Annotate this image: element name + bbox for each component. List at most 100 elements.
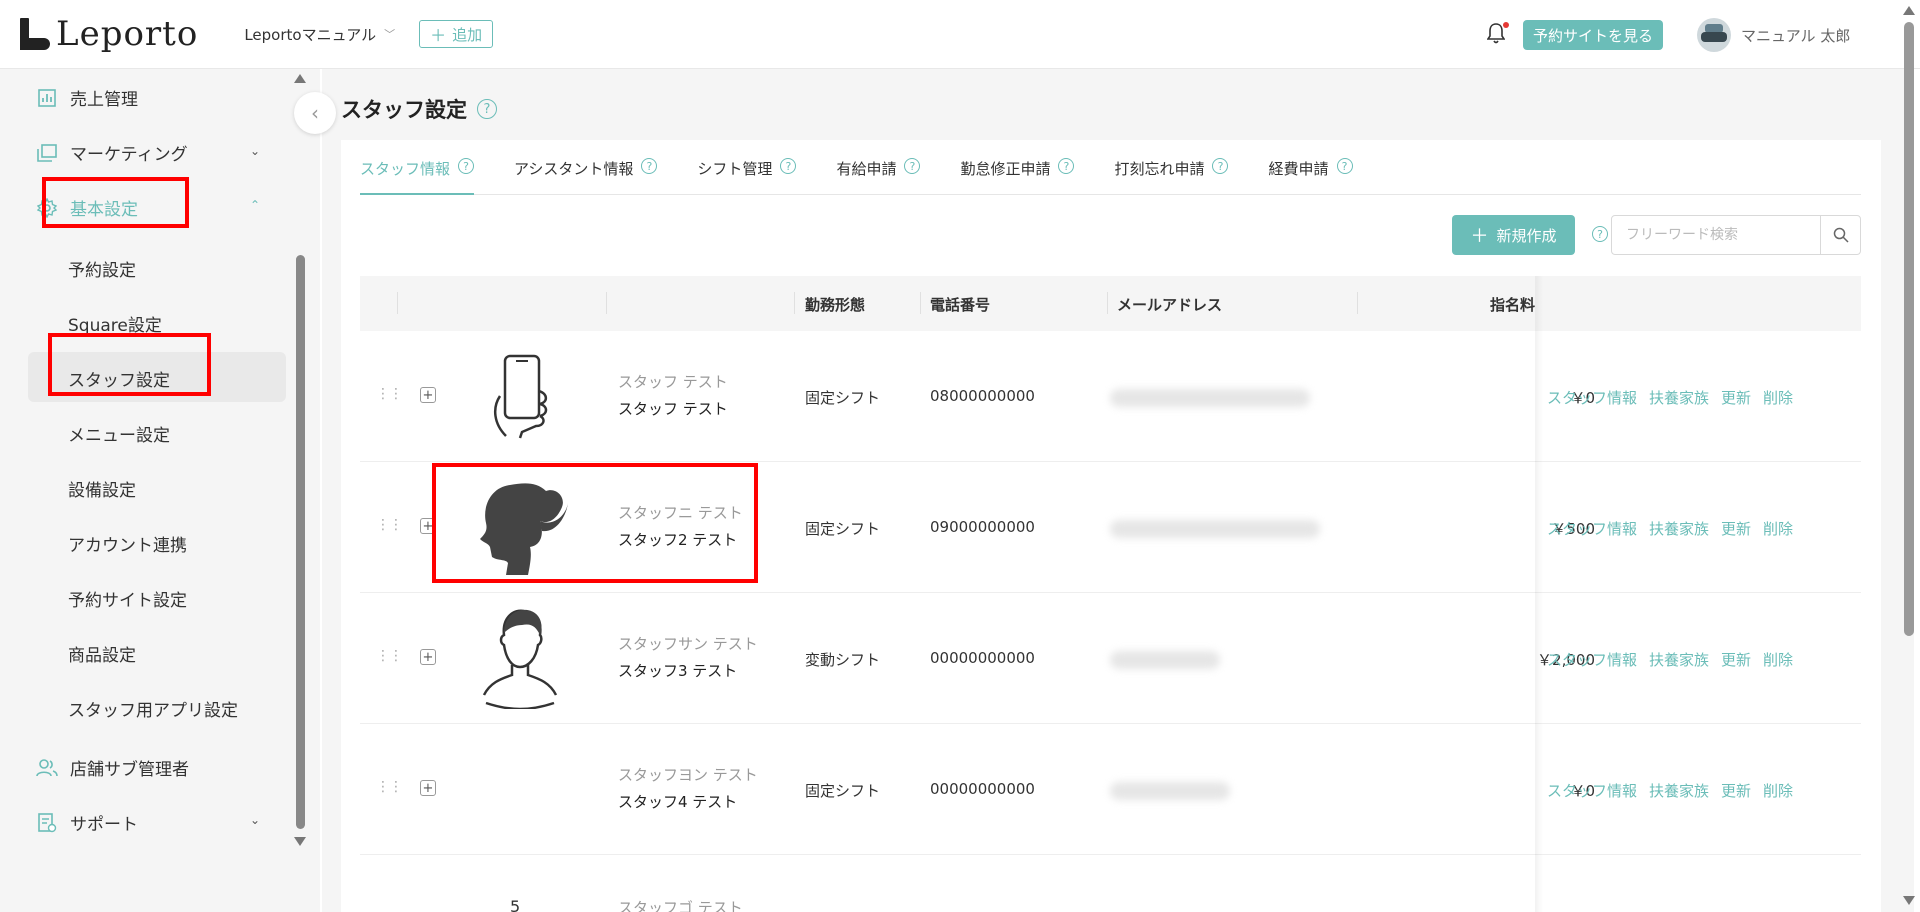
staff-kana: スタッフゴ テスト [618, 899, 743, 912]
add-button[interactable]: ＋ 追加 [419, 20, 494, 48]
delete-link[interactable]: 削除 [1763, 387, 1793, 408]
sidebar-item-sub-admin[interactable]: 店舗サブ管理者 [36, 755, 189, 780]
delete-link[interactable]: 削除 [1763, 780, 1793, 801]
sidebar-subitem-equipment[interactable]: 設備設定 [68, 476, 136, 501]
photo-partial: 5 [510, 897, 521, 912]
tab-paid-leave[interactable]: 有給申請? [836, 152, 921, 195]
drag-handle-icon[interactable]: ⋮⋮ [376, 517, 403, 533]
help-icon[interactable]: ? [904, 158, 921, 174]
sidebar-subitem-reservation-site[interactable]: 予約サイト設定 [68, 586, 187, 611]
tab-label: 有給申請 [836, 160, 897, 178]
phone-cell: 09000000000 [930, 518, 1035, 536]
collapse-sidebar-button[interactable]: ‹ [294, 92, 336, 134]
view-site-button[interactable]: 予約サイトを見る [1523, 20, 1664, 50]
update-link[interactable]: 更新 [1721, 518, 1751, 539]
help-icon[interactable]: ? [1336, 158, 1353, 174]
search-button[interactable] [1820, 216, 1860, 254]
tab-expenses[interactable]: 経費申請? [1268, 152, 1353, 195]
staff-info-link[interactable]: スタッフ情報 [1547, 649, 1637, 670]
dependents-link[interactable]: 扶養家族 [1649, 387, 1709, 408]
employment-cell: 固定シフト [805, 389, 881, 407]
window-scroll-up-arrow[interactable] [1903, 6, 1915, 15]
search-input[interactable] [1612, 216, 1820, 254]
drag-handle-icon[interactable]: ⋮⋮ [376, 648, 403, 664]
tab-label: 経費申請 [1268, 160, 1329, 178]
tab-shift[interactable]: シフト管理? [697, 152, 797, 195]
window-scroll-down-arrow[interactable] [1903, 896, 1915, 905]
tab-staff-info[interactable]: スタッフ情報? [360, 152, 475, 195]
window-scrollbar-thumb[interactable] [1904, 22, 1914, 636]
sidebar-subitem-account-link[interactable]: アカウント連携 [68, 531, 187, 556]
sidebar-item-sales[interactable]: 売上管理 [36, 85, 138, 110]
update-link[interactable]: 更新 [1721, 780, 1751, 801]
drag-handle-icon[interactable]: ⋮⋮ [376, 779, 403, 795]
chevron-down-icon[interactable]: ⌄ [250, 813, 260, 827]
employment-cell: 固定シフト [805, 782, 881, 800]
logo-mark-icon [20, 18, 50, 50]
table-row: ⋮⋮ + スタッフサン テスト スタッフ3 テスト 変動シフト 00000000… [360, 593, 1861, 724]
staff-kana: スタッフサン テスト [618, 635, 758, 653]
users-icon [36, 757, 58, 779]
sidebar-item-marketing[interactable]: マーケティング [36, 140, 188, 165]
tab-attendance-fix[interactable]: 勤怠修正申請? [960, 152, 1075, 195]
phone-cell: 08000000000 [930, 387, 1035, 405]
table-header: 勤務形態 電話番号 メールアドレス 指名料 [360, 276, 1861, 331]
help-icon[interactable]: ? [641, 158, 658, 174]
fixed-column-shadow [1535, 276, 1543, 912]
sidebar-scrollbar-thumb[interactable] [296, 255, 305, 829]
help-icon[interactable]: ? [1212, 158, 1229, 174]
chevron-up-icon[interactable]: ⌃ [250, 198, 260, 212]
staff-name: スタッフ3 テスト [618, 662, 738, 680]
sidebar-scroll-down-arrow[interactable] [294, 837, 306, 846]
tab-clock-missed[interactable]: 打刻忘れ申請? [1114, 152, 1229, 195]
expand-row-button[interactable]: + [420, 649, 436, 665]
dependents-link[interactable]: 扶養家族 [1649, 780, 1709, 801]
new-staff-button[interactable]: ＋ 新規作成 [1452, 215, 1575, 255]
staff-info-link[interactable]: スタッフ情報 [1547, 518, 1637, 539]
row-actions: スタッフ情報 扶養家族 更新 削除 [1547, 387, 1805, 408]
chevron-down-icon: ﹀ [384, 28, 396, 41]
user-menu[interactable]: マニュアル 太郎 [1697, 18, 1850, 52]
staff-kana: スタッフヨン テスト [618, 766, 758, 784]
sidebar-scroll-up-arrow[interactable] [294, 74, 306, 83]
sidebar-subitem-staff-app[interactable]: スタッフ用アプリ設定 [68, 696, 238, 721]
search-box [1611, 215, 1861, 255]
help-icon[interactable]: ? [780, 158, 797, 174]
sidebar-subitem-menu[interactable]: メニュー設定 [68, 421, 170, 446]
header-fee: 指名料 [1490, 296, 1536, 314]
new-button-label: 新規作成 [1496, 226, 1557, 245]
dependents-link[interactable]: 扶養家族 [1649, 518, 1709, 539]
sidebar-subitem-products[interactable]: 商品設定 [68, 641, 136, 666]
dependents-link[interactable]: 扶養家族 [1649, 649, 1709, 670]
delete-link[interactable]: 削除 [1763, 649, 1793, 670]
help-icon[interactable]: ? [1058, 158, 1075, 174]
drag-handle-icon[interactable]: ⋮⋮ [376, 386, 403, 402]
sidebar-subitem-reservation[interactable]: 予約設定 [68, 256, 136, 281]
staff-info-link[interactable]: スタッフ情報 [1547, 387, 1637, 408]
sales-chart-icon [36, 87, 58, 109]
tab-assistant-info[interactable]: アシスタント情報? [514, 152, 658, 195]
tab-label: 勤怠修正申請 [960, 160, 1051, 178]
bell-icon[interactable] [1486, 22, 1509, 46]
highlight-box-basic-settings [42, 177, 189, 228]
expand-row-button[interactable]: + [420, 780, 436, 796]
table-row: ⋮⋮ + スタッフヨン テスト スタッフ4 テスト 固定シフト 00000000… [360, 724, 1861, 855]
employment-cell: 固定シフト [805, 520, 881, 538]
chevron-down-icon[interactable]: ⌄ [250, 144, 260, 158]
help-icon[interactable]: ? [477, 99, 497, 119]
phone-cell: 00000000000 [930, 780, 1035, 798]
help-icon[interactable]: ? [1592, 226, 1608, 242]
expand-row-button[interactable]: + [420, 387, 436, 403]
chevron-left-icon: ‹ [311, 101, 319, 125]
sidebar-item-support[interactable]: サポート [36, 810, 138, 835]
email-blurred [1110, 520, 1320, 538]
tab-label: スタッフ情報 [360, 160, 451, 178]
staff-info-link[interactable]: スタッフ情報 [1547, 780, 1637, 801]
update-link[interactable]: 更新 [1721, 649, 1751, 670]
update-link[interactable]: 更新 [1721, 387, 1751, 408]
delete-link[interactable]: 削除 [1763, 518, 1793, 539]
shop-selector[interactable]: Leportoマニュアル ﹀ [244, 24, 395, 45]
help-icon[interactable]: ? [458, 158, 475, 174]
leporto-logo[interactable]: Leporto [20, 14, 198, 54]
table-row: スタッフゴ テスト 5 [360, 855, 1861, 912]
